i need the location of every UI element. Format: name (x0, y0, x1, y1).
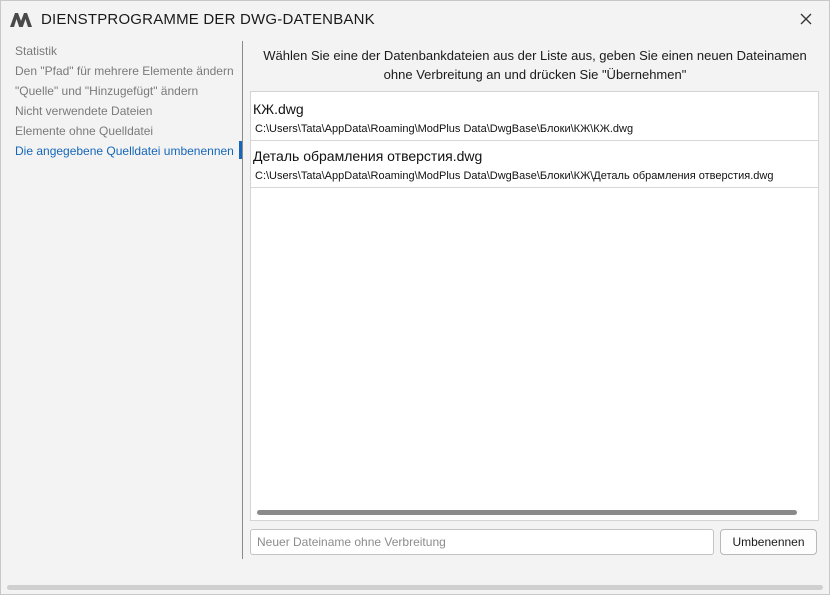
sidebar-item-elements-without-source[interactable]: Elemente ohne Quelldatei (15, 121, 153, 141)
sidebar-item-change-path[interactable]: Den "Pfad" für mehrere Elemente ändern (15, 61, 234, 81)
sidebar-item-statistik[interactable]: Statistik (15, 41, 57, 61)
instruction-text: Wählen Sie eine der Datenbankdateien aus… (263, 48, 807, 82)
sidebar-item-unused-files[interactable]: Nicht verwendete Dateien (15, 101, 152, 121)
bottom-scrollbar[interactable] (7, 585, 823, 590)
list-item[interactable]: КЖ.dwg C:\Users\Tata\AppData\Roaming\Mod… (251, 92, 818, 141)
close-icon[interactable] (797, 10, 815, 28)
list-item[interactable]: Деталь обрамления отверстия.dwg C:\Users… (251, 139, 818, 188)
sidebar: Statistik Den "Pfad" für mehrere Element… (1, 41, 243, 561)
rename-button[interactable]: Umbenennen (720, 529, 817, 555)
sidebar-item-rename-source-file[interactable]: Die angegebene Quelldatei umbenennen (15, 141, 234, 161)
horizontal-scrollbar[interactable] (257, 510, 797, 515)
file-path: C:\Users\Tata\AppData\Roaming\ModPlus Da… (255, 170, 774, 182)
file-path: C:\Users\Tata\AppData\Roaming\ModPlus Da… (255, 123, 634, 135)
modplus-logo-icon (10, 13, 32, 27)
file-name: КЖ.dwg (253, 101, 304, 117)
sidebar-divider (242, 41, 243, 559)
title-bar[interactable]: DIENSTPROGRAMME DER DWG-DATENBANK (1, 1, 829, 37)
window-title: DIENSTPROGRAMME DER DWG-DATENBANK (41, 11, 375, 28)
file-name: Деталь обрамления отверстия.dwg (253, 148, 483, 164)
sidebar-item-change-source-added[interactable]: "Quelle" und "Hinzugefügt" ändern (15, 81, 198, 101)
file-list[interactable]: КЖ.dwg C:\Users\Tata\AppData\Roaming\Mod… (250, 91, 819, 521)
dwg-database-utilities-window: DIENSTPROGRAMME DER DWG-DATENBANK Statis… (0, 0, 830, 595)
new-filename-input[interactable] (250, 529, 714, 555)
